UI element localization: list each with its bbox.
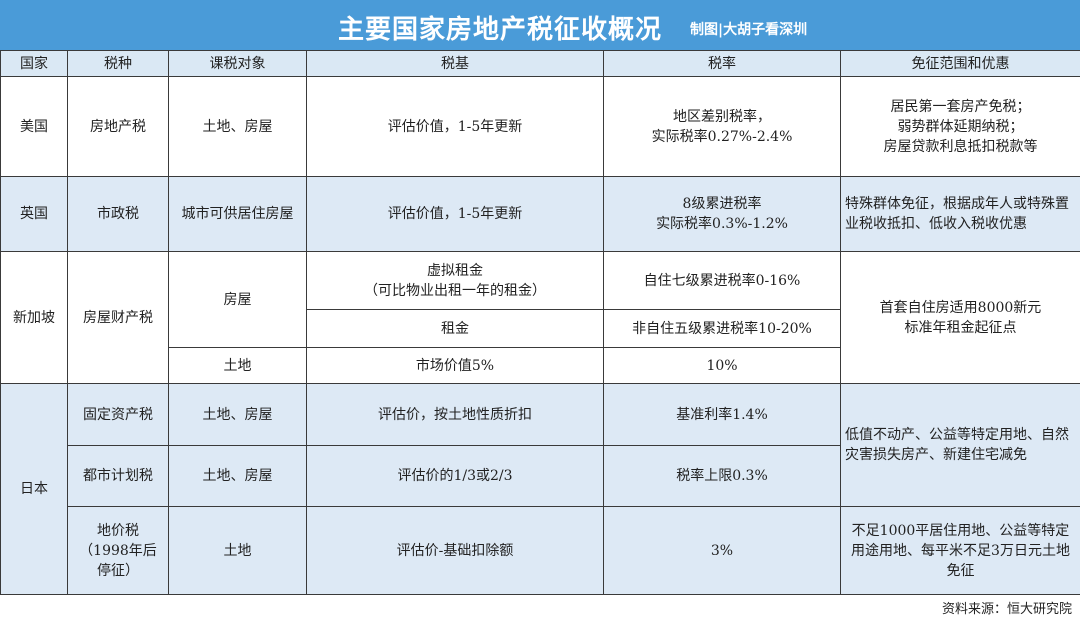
cell-base: 评估价值，1-5年更新	[306, 176, 604, 252]
cell-country: 美国	[0, 76, 68, 177]
cell-base: 租金	[306, 309, 604, 348]
cell-rate: 税率上限0.3%	[603, 445, 841, 507]
table-row-uk: 英国 市政税 城市可供居住房屋 评估价值，1-5年更新 8级累进税率 实际税率0…	[0, 176, 1080, 252]
cell-rate: 基准利率1.4%	[603, 383, 841, 446]
cell-base: 评估价-基础扣除额	[306, 506, 604, 595]
cell-base: 评估价的1/3或2/3	[306, 445, 604, 507]
cell-tax: 房地产税	[67, 76, 169, 177]
cell-object: 土地	[168, 347, 307, 384]
cell-exemption: 首套自住房适用8000新元 标准年租金起征点	[840, 251, 1080, 384]
cell-tax: 地价税 （1998年后 停征）	[67, 506, 169, 595]
table-row-jp-3: 地价税 （1998年后 停征） 土地 评估价-基础扣除额 3% 不足1000平居…	[1, 506, 1080, 595]
source-note: 资料来源：恒大研究院	[941, 602, 1072, 617]
tax-table: 国家 税种 课税对象 税基 税率 免征范围和优惠 美国 房地产税 土地、房屋 评…	[0, 50, 1080, 595]
cell-base: 评估价值，1-5年更新	[306, 76, 604, 177]
cell-base: 虚拟租金 （可比物业出租一年的租金）	[306, 251, 604, 310]
table-row-jp-1: 日本 固定资产税 土地、房屋 评估价，按土地性质折扣 基准利率1.4% 低值不动…	[0, 383, 1080, 595]
cell-rate: 地区差别税率， 实际税率0.27%-2.4%	[603, 76, 841, 177]
cell-base: 评估价，按土地性质折扣	[306, 383, 604, 446]
cell-object: 土地、房屋	[168, 445, 307, 507]
header-base: 税基	[306, 50, 604, 77]
cell-exemption: 低值不动产、公益等特定用地、自然灾害损失房产、新建住宅减免	[840, 383, 1080, 507]
cell-rate: 非自住五级累进税率10-20%	[603, 309, 841, 348]
cell-tax: 都市计划税	[67, 445, 169, 507]
cell-rate: 自住七级累进税率0-16%	[603, 251, 841, 310]
cell-country: 新加坡	[0, 251, 68, 384]
page-title: 主要国家房地产税征收概况	[337, 15, 662, 45]
table-row-us: 美国 房地产税 土地、房屋 评估价值，1-5年更新 地区差别税率， 实际税率0.…	[0, 76, 1080, 177]
cell-tax: 固定资产税	[67, 383, 169, 446]
cell-tax: 市政税	[67, 176, 169, 252]
header-tax: 税种	[67, 50, 169, 77]
title-bar: 主要国家房地产税征收概况 制图|大胡子看深圳	[0, 0, 1080, 50]
cell-base: 市场价值5%	[306, 347, 604, 384]
table-row-sg-1: 新加坡 房屋财产税 房屋 虚拟租金 （可比物业出租一年的租金） 自住七级累进税率…	[0, 251, 1080, 384]
title-credit: 制图|大胡子看深圳	[690, 22, 808, 38]
cell-object: 土地、房屋	[168, 76, 307, 177]
cell-rate: 3%	[603, 506, 841, 595]
cell-object: 房屋	[168, 251, 307, 348]
header-rate: 税率	[603, 50, 841, 77]
cell-rate: 10%	[603, 347, 841, 384]
header-exemption: 免征范围和优惠	[840, 50, 1080, 77]
cell-exemption: 特殊群体免征，根据成年人或特殊置业税收抵扣、低收入税收优惠	[840, 176, 1080, 252]
cell-tax: 房屋财产税	[67, 251, 169, 384]
header-row: 国家 税种 课税对象 税基 税率 免征范围和优惠	[0, 50, 1080, 77]
cell-exemption: 不足1000平居住用地、公益等特定 用途用地、每平米不足3万日元土地免征	[840, 506, 1080, 595]
cell-rate: 8级累进税率 实际税率0.3%-1.2%	[603, 176, 841, 252]
cell-object: 城市可供居住房屋	[168, 176, 307, 252]
page: { "title": "主要国家房地产税征收概况", "credit": "制图…	[0, 0, 1080, 623]
header-object: 课税对象	[168, 50, 307, 77]
cell-country: 日本	[0, 383, 68, 595]
cell-object: 土地、房屋	[168, 383, 307, 446]
cell-exemption: 居民第一套房产免税； 弱势群体延期纳税； 房屋贷款利息抵扣税款等	[840, 76, 1080, 177]
cell-country: 英国	[0, 176, 68, 252]
cell-object: 土地	[168, 506, 307, 595]
header-country: 国家	[0, 50, 68, 77]
